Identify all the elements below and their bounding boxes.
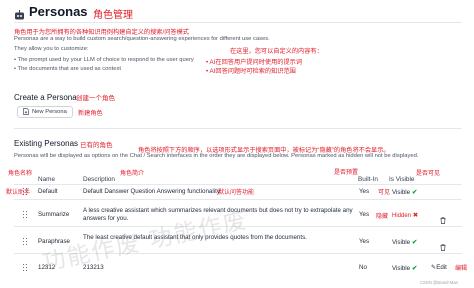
check-icon: ✔ [411, 265, 418, 272]
new-persona-button[interactable]: New Persona [17, 106, 73, 118]
existing-personas-note: 已有的角色 [80, 142, 113, 149]
persona-name-default: Default [38, 188, 58, 195]
customize-item-documents-note: • AI回答问题时可检索的知识范围 [206, 68, 296, 75]
persona-description-default: Default Danswer Question Answering funct… [83, 188, 222, 195]
builtin-value-paraphrase: Yes [359, 238, 370, 245]
customize-note: 在这里，您可以自定义的内容有： [230, 48, 323, 55]
drag-handle-icon[interactable] [23, 264, 28, 271]
x-icon: ✖ [412, 212, 419, 219]
persona-name-paraphrase: Paraphrase [38, 238, 70, 245]
intro-note: 角色用于为您所拥有的各种知识用例构建自定义的搜索/问答模式 [14, 29, 189, 36]
builtin-value-12312: No [359, 264, 367, 271]
visibility-toggle-summarize[interactable]: Hidden ✖ [392, 211, 418, 219]
edit-label: Edit [436, 264, 447, 271]
drag-handle-icon[interactable] [23, 211, 28, 218]
default-description-note: 默认问答功能 [218, 190, 255, 196]
visibility-toggle-default[interactable]: Visible ✔ [392, 188, 417, 196]
builtin-value-default: Yes [359, 188, 370, 195]
check-icon: ✔ [411, 189, 418, 196]
trash-icon[interactable] [440, 238, 446, 251]
column-header-description: Description [83, 176, 115, 183]
column-header-visible: Is Visible [389, 176, 415, 183]
edit-note: 编辑 [455, 266, 468, 272]
edit-button[interactable]: ✎Edit [431, 264, 447, 271]
document-plus-icon [23, 107, 29, 117]
existing-personas-heading: Existing Personas [14, 139, 79, 148]
default-name-note: 默认助手 [6, 190, 31, 196]
create-persona-note: 创建一个角色 [76, 95, 115, 102]
customize-item-prompt-note: • AI在回答用户提问时使用的提示词 [206, 59, 303, 66]
trash-icon[interactable] [440, 211, 446, 224]
persona-description-summarize: A less creative assistant which summariz… [83, 207, 353, 222]
builtin-value-summarize: Yes [359, 211, 370, 218]
persona-name-summarize: Summarize [38, 211, 70, 218]
column-header-name: Name [38, 176, 56, 183]
existing-personas-description: Personas will be displayed as options on… [14, 153, 419, 159]
summarize-visible-note: 隐藏 [376, 214, 389, 220]
customize-item-prompt: • The prompt used by your LLM of choice … [14, 57, 194, 63]
check-icon: ✔ [411, 239, 418, 246]
persona-description-paraphrase: The least creative default assistant tha… [83, 234, 307, 241]
customize-item-documents: • The documents that are used as context [14, 66, 121, 72]
persona-description-12312: 213213 [83, 264, 104, 271]
new-persona-note: 新建角色 [78, 110, 103, 117]
customize-label: They allow you to customize: [14, 46, 89, 52]
column-header-builtin: Built-In [358, 176, 378, 183]
persona-name-12312: 12312 [38, 264, 56, 271]
page-title-note: 角色管理 [93, 10, 133, 21]
default-visible-note: 可见 [378, 190, 391, 196]
builtin-column-note: 是否预置 [334, 170, 359, 176]
description-column-note: 角色简介 [120, 171, 145, 177]
page-description: Personas are a way to build custom searc… [14, 36, 270, 42]
personas-robot-icon [14, 7, 25, 20]
visible-column-note: 是否可见 [416, 171, 441, 177]
attribution-text: CSDN @Brand-Man [420, 280, 458, 285]
visibility-toggle-paraphrase[interactable]: Visible ✔ [392, 238, 417, 246]
new-persona-label: New Persona [32, 109, 67, 115]
drag-handle-icon[interactable] [23, 238, 28, 245]
create-persona-heading: Create a Persona [14, 93, 77, 102]
name-column-note: 角色名称 [8, 171, 33, 177]
visibility-toggle-12312[interactable]: Visible ✔ [392, 264, 417, 272]
page-title: Personas [29, 4, 88, 19]
